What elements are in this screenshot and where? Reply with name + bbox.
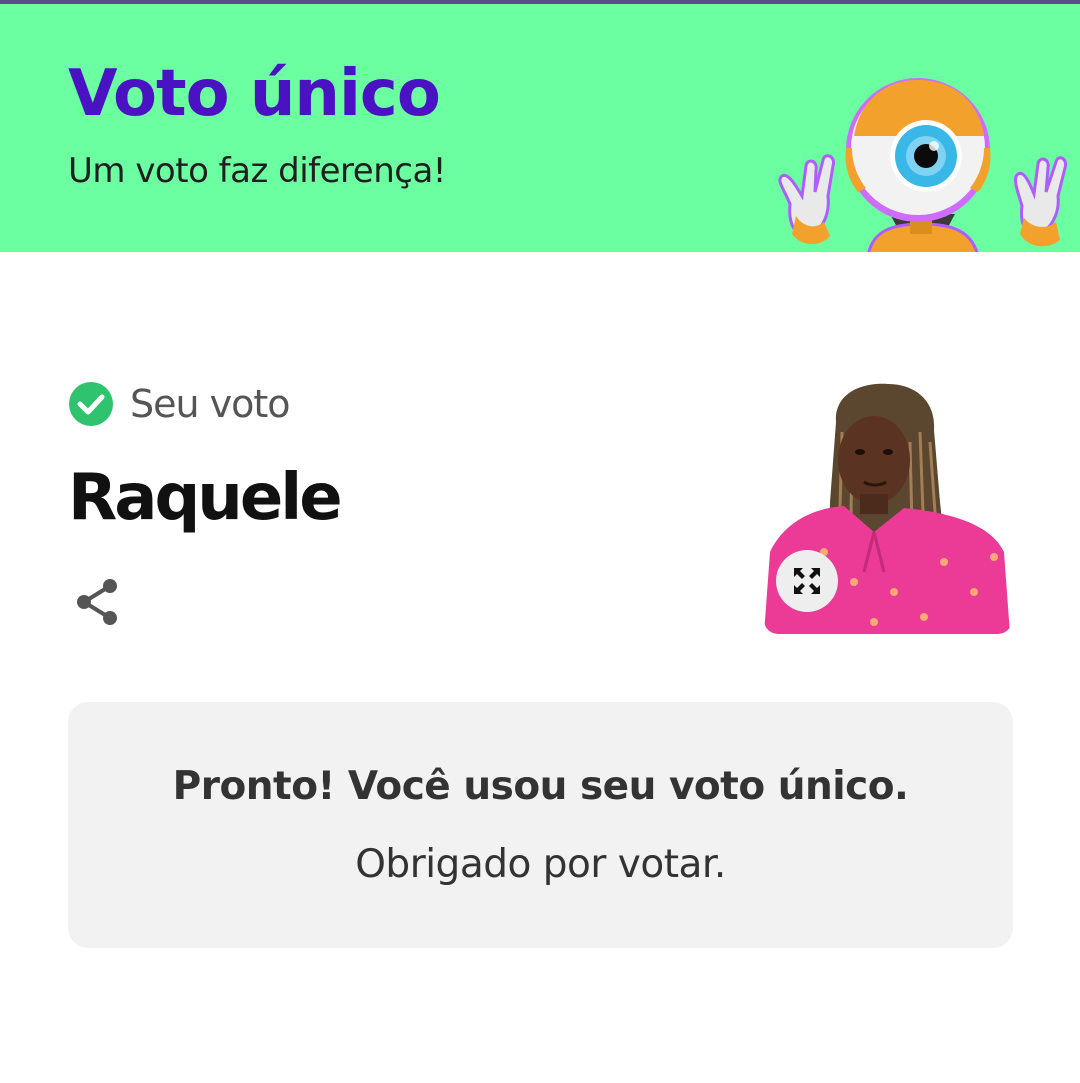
expand-icon bbox=[794, 568, 820, 594]
check-circle-icon bbox=[69, 382, 113, 426]
confirmation-title: Pronto! Você usou seu voto único. bbox=[172, 764, 909, 809]
vote-confirmation-box: Pronto! Você usou seu voto único. Obriga… bbox=[68, 702, 1013, 948]
header-banner: Voto único Um voto faz diferença! bbox=[0, 4, 1080, 252]
your-vote-row: Seu voto bbox=[68, 380, 291, 428]
share-icon[interactable] bbox=[72, 576, 122, 628]
confirmation-text: Obrigado por votar. bbox=[355, 842, 726, 887]
page-title: Voto único bbox=[68, 57, 441, 131]
expand-photo-button[interactable] bbox=[776, 550, 838, 612]
your-vote-label: Seu voto bbox=[130, 382, 291, 426]
candidate-name: Raquele bbox=[68, 461, 343, 535]
page-subtitle: Um voto faz diferença! bbox=[68, 151, 446, 191]
big-brother-eye-mascot-icon bbox=[778, 78, 1068, 252]
